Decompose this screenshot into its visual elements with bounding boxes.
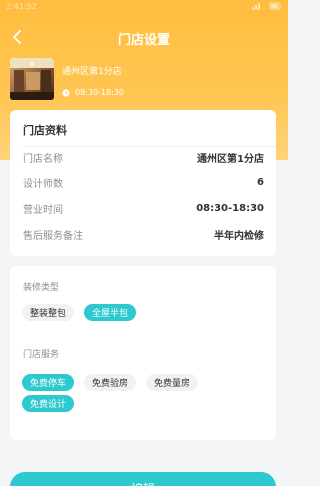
card-title: 门店资料 (23, 124, 67, 137)
chip-service-2[interactable]: 免费量房 (146, 374, 199, 391)
status-icons (252, 2, 282, 12)
clock-icon (62, 88, 70, 97)
info-label: 营业时间 (23, 204, 63, 216)
info-value: 半年内检修 (214, 230, 264, 242)
status-time: 2:41:52 (6, 2, 37, 11)
chip-service-3[interactable]: 免费设计 (22, 395, 75, 412)
chevron-left-icon (13, 30, 21, 44)
info-row-designers: 设计师数 6 (23, 175, 264, 190)
page-title: 门店设置 (117, 32, 170, 48)
info-label: 售后服务备注 (23, 230, 83, 242)
chip-decoration-1[interactable]: 全屋半包 (84, 304, 137, 321)
info-row-after-sales: 售后服务备注 半年内检修 (23, 227, 264, 242)
info-row-store-name: 门店名称 通州区第1分店 (23, 150, 264, 165)
store-photo (10, 58, 54, 100)
info-label: 设计师数 (23, 178, 63, 190)
back-button[interactable] (6, 26, 28, 48)
store-services-label: 门店服务 (23, 350, 60, 360)
chip-service-1[interactable]: 免费验房 (84, 374, 137, 391)
info-value: 08:30-18:30 (196, 202, 264, 214)
store-header: 通州区第1分店 08:30-18:30 (10, 58, 124, 100)
decoration-type-chips: 整装整包 全屋半包 (22, 304, 264, 325)
info-label: 门店名称 (23, 153, 63, 165)
chip-service-0[interactable]: 免费停车 (22, 374, 75, 391)
info-value: 6 (257, 176, 264, 188)
store-name: 通州区第1分店 (62, 67, 122, 77)
status-bar: 2:41:52 (0, 0, 288, 14)
chip-decoration-0[interactable]: 整装整包 (22, 304, 75, 321)
store-info-card: 门店资料 门店名称 通州区第1分店 设计师数 6 营业时间 08:30-18:3… (10, 110, 276, 256)
info-row-hours: 营业时间 08:30-18:30 (23, 201, 264, 216)
edit-button[interactable]: 编辑 (10, 472, 276, 486)
navbar: 门店设置 (0, 24, 288, 52)
divider (23, 146, 276, 147)
decoration-type-label: 装修类型 (23, 283, 60, 293)
store-hours-text: 08:30-18:30 (75, 88, 124, 97)
info-value: 通州区第1分店 (197, 153, 264, 165)
store-services-chips: 免费停车 免费验房 免费量房 免费设计 (22, 374, 264, 416)
store-options-card: 装修类型 整装整包 全屋半包 门店服务 免费停车 免费验房 免费量房 免费设计 (10, 266, 276, 440)
store-hours: 08:30-18:30 (62, 88, 124, 97)
